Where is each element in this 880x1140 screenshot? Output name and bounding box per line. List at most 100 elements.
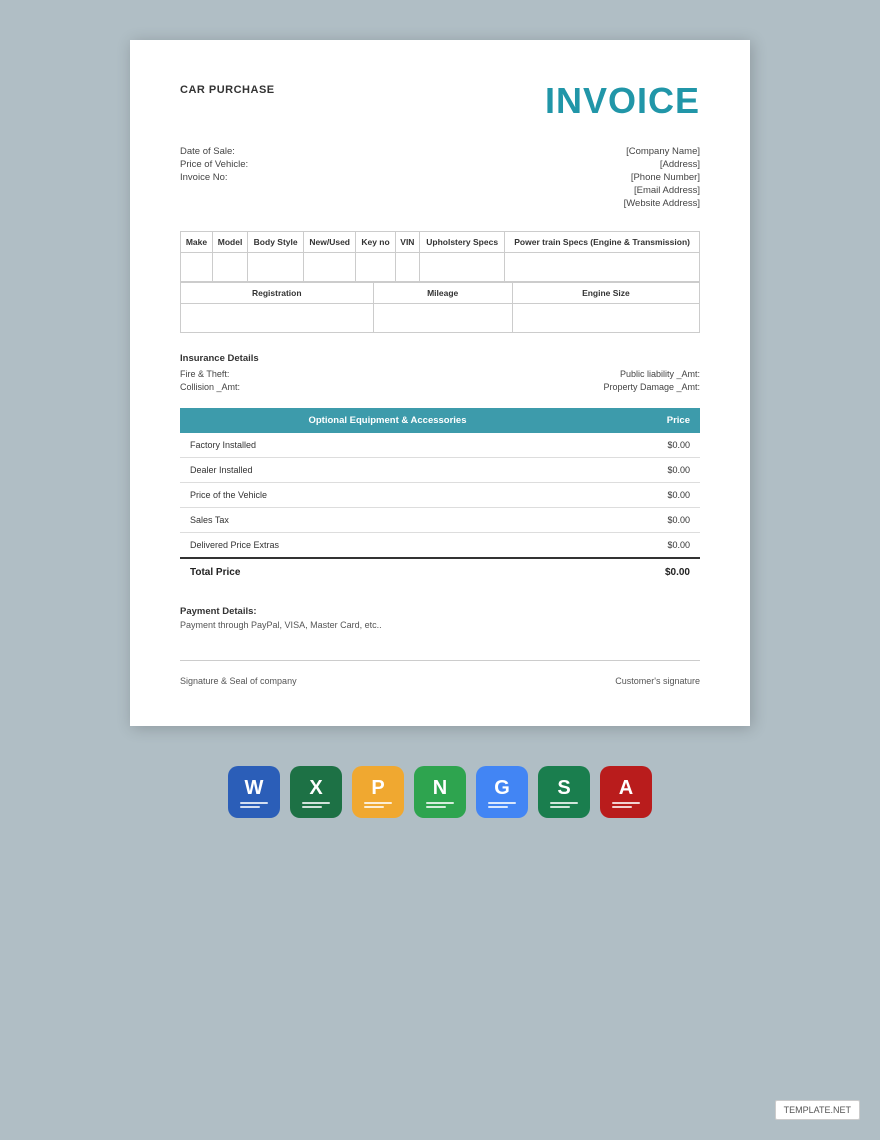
total-row: Total Price $0.00 <box>180 558 700 586</box>
excel-line-1 <box>302 802 330 804</box>
equip-label-1: Dealer Installed <box>180 458 595 483</box>
insurance-title: Insurance Details <box>180 353 700 364</box>
insurance-row-1: Fire & Theft: Public liability _Amt: <box>180 369 700 379</box>
vehicle-row <box>181 253 700 282</box>
vin-cell <box>395 253 419 282</box>
invoice-no-label: Invoice No: <box>180 172 248 183</box>
equip-row-1: Dealer Installed$0.00 <box>180 458 700 483</box>
email-address: [Email Address] <box>624 185 700 196</box>
payment-section: Payment Details: Payment through PayPal,… <box>180 606 700 630</box>
mileage-cell <box>373 304 512 333</box>
equipment-table: Optional Equipment & Accessories Price F… <box>180 408 700 586</box>
equip-header-price: Price <box>595 408 700 433</box>
equip-row-4: Delivered Price Extras$0.00 <box>180 533 700 559</box>
pdf-line-2 <box>612 806 632 808</box>
excel-icon[interactable]: X <box>290 766 342 818</box>
pages-icon-inner: P <box>364 777 392 808</box>
docs-icon-inner: G <box>488 777 516 808</box>
numbers-icon-inner: N <box>426 777 454 808</box>
sheets-line-2 <box>550 806 570 808</box>
numbers-icon-lines <box>426 802 454 808</box>
upholstery-cell <box>420 253 505 282</box>
pages-line-2 <box>364 806 384 808</box>
numbers-letter: N <box>433 777 447 800</box>
engine-size-cell <box>512 304 699 333</box>
col-engine-size: Engine Size <box>512 283 699 304</box>
document-header: CAR PURCHASE INVOICE <box>180 80 700 122</box>
invoice-document: CAR PURCHASE INVOICE Date of Sale: Price… <box>130 40 750 726</box>
equip-label-4: Delivered Price Extras <box>180 533 595 559</box>
equip-label-2: Price of the Vehicle <box>180 483 595 508</box>
model-cell <box>212 253 247 282</box>
pdf-icon[interactable]: A <box>600 766 652 818</box>
phone-number: [Phone Number] <box>624 172 700 183</box>
sheets-icon-lines <box>550 802 578 808</box>
excel-letter: X <box>309 777 322 800</box>
col-mileage: Mileage <box>373 283 512 304</box>
invoice-label-container: INVOICE <box>545 80 700 122</box>
company-name: [Company Name] <box>624 146 700 157</box>
powertrain-cell <box>505 253 700 282</box>
word-icon-lines <box>240 802 268 808</box>
numbers-icon[interactable]: N <box>414 766 466 818</box>
equip-price-2: $0.00 <box>595 483 700 508</box>
equip-price-1: $0.00 <box>595 458 700 483</box>
website-address: [Website Address] <box>624 198 700 209</box>
registration-table: Registration Mileage Engine Size <box>180 282 700 333</box>
word-icon[interactable]: W <box>228 766 280 818</box>
col-body-style: Body Style <box>248 232 304 253</box>
pages-line-1 <box>364 802 392 804</box>
sheets-icon-inner: S <box>550 777 578 808</box>
docs-line-2 <box>488 806 508 808</box>
payment-text: Payment through PayPal, VISA, Master Car… <box>180 620 700 630</box>
pages-icon[interactable]: P <box>352 766 404 818</box>
docs-line-1 <box>488 802 516 804</box>
google-docs-icon[interactable]: G <box>476 766 528 818</box>
col-model: Model <box>212 232 247 253</box>
equip-row-3: Sales Tax$0.00 <box>180 508 700 533</box>
google-sheets-icon[interactable]: S <box>538 766 590 818</box>
insurance-row-2: Collision _Amt: Property Damage _Amt: <box>180 382 700 392</box>
equip-label-0: Factory Installed <box>180 433 595 458</box>
make-cell <box>181 253 213 282</box>
equip-row-0: Factory Installed$0.00 <box>180 433 700 458</box>
col-registration: Registration <box>181 283 374 304</box>
col-upholstery: Upholstery Specs <box>420 232 505 253</box>
excel-icon-inner: X <box>302 777 330 808</box>
total-label: Total Price <box>180 558 595 586</box>
equip-price-0: $0.00 <box>595 433 700 458</box>
col-powertrain: Power train Specs (Engine & Transmission… <box>505 232 700 253</box>
word-line-2 <box>240 806 260 808</box>
excel-line-2 <box>302 806 322 808</box>
reg-row <box>181 304 700 333</box>
payment-title: Payment Details: <box>180 606 700 617</box>
vehicle-table: Make Model Body Style New/Used Key no VI… <box>180 231 700 282</box>
pages-letter: P <box>371 777 384 800</box>
word-icon-inner: W <box>240 777 268 808</box>
col-make: Make <box>181 232 213 253</box>
word-letter: W <box>245 777 264 800</box>
body-style-cell <box>248 253 304 282</box>
pdf-icon-lines <box>612 802 640 808</box>
pages-icon-lines <box>364 802 392 808</box>
date-of-sale-label: Date of Sale: <box>180 146 248 157</box>
public-liability-label: Public liability _Amt: <box>620 369 700 379</box>
pdf-line-1 <box>612 802 640 804</box>
registration-cell <box>181 304 374 333</box>
info-section: Date of Sale: Price of Vehicle: Invoice … <box>180 146 700 211</box>
customer-signature: Customer's signature <box>615 676 700 686</box>
info-left: Date of Sale: Price of Vehicle: Invoice … <box>180 146 248 211</box>
docs-letter: G <box>494 777 510 800</box>
signature-section: Signature & Seal of company Customer's s… <box>180 660 700 686</box>
insurance-section: Insurance Details Fire & Theft: Public l… <box>180 353 700 392</box>
page-wrapper: CAR PURCHASE INVOICE Date of Sale: Price… <box>20 40 860 838</box>
sheets-letter: S <box>557 777 570 800</box>
excel-icon-lines <box>302 802 330 808</box>
docs-icon-lines <box>488 802 516 808</box>
new-used-cell <box>304 253 356 282</box>
collision-label: Collision _Amt: <box>180 382 240 392</box>
price-of-vehicle-label: Price of Vehicle: <box>180 159 248 170</box>
doc-title: CAR PURCHASE <box>180 80 275 98</box>
equip-label-3: Sales Tax <box>180 508 595 533</box>
sheets-line-1 <box>550 802 578 804</box>
